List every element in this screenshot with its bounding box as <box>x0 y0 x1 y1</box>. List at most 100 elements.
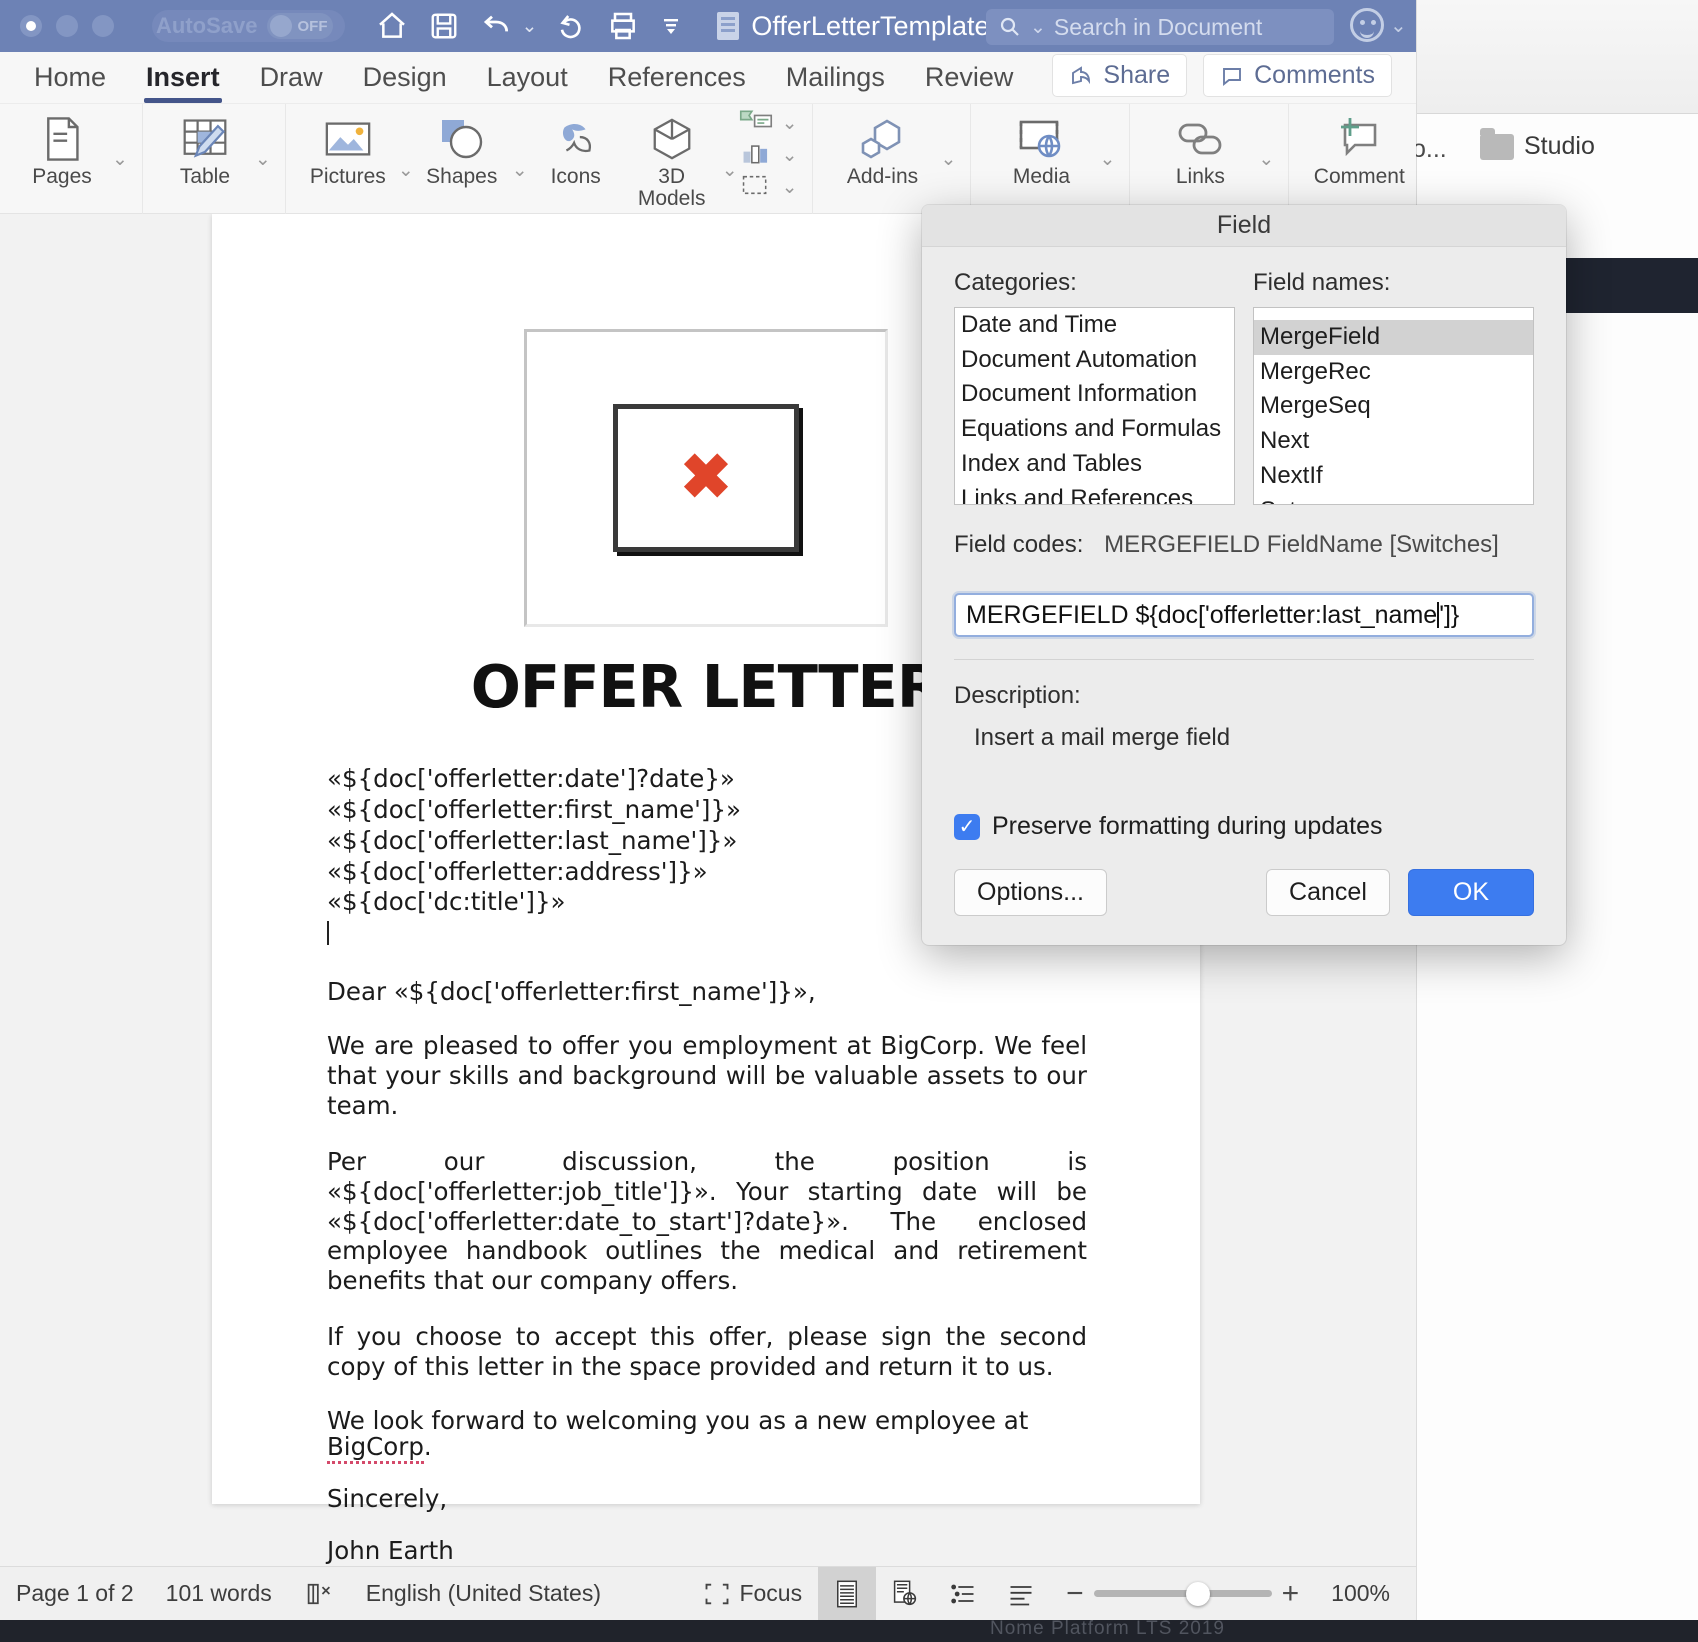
zoom-in-button[interactable]: + <box>1282 1577 1300 1611</box>
ok-button[interactable]: OK <box>1407 869 1534 916</box>
window-controls[interactable] <box>20 15 114 37</box>
quick-access-toolbar[interactable]: ⌄ <box>375 10 683 42</box>
field-names-listbox[interactable]: MergeField MergeRec MergeSeq Next NextIf… <box>1253 307 1534 505</box>
ribbon-tabs[interactable]: Home Insert Draw Design Layout Reference… <box>0 52 1416 104</box>
smartart-chevron-down-icon[interactable]: ⌄ <box>782 112 798 135</box>
category-index-and-tables[interactable]: Index and Tables <box>955 447 1234 482</box>
comments-button[interactable]: Comments <box>1203 54 1392 97</box>
broken-image-placeholder[interactable]: ✖ <box>524 329 888 627</box>
print-icon[interactable] <box>607 10 639 42</box>
category-document-information[interactable]: Document Information <box>955 377 1234 412</box>
account-emoji-button[interactable]: ⌄ <box>1350 8 1407 42</box>
spell-check-icon[interactable] <box>288 1567 350 1621</box>
ribbon-button-smartart[interactable]: ⌄ <box>738 108 798 139</box>
close-button[interactable] <box>20 15 42 37</box>
undo-chevron-down-icon[interactable]: ⌄ <box>521 15 537 38</box>
share-button[interactable]: Share <box>1052 54 1188 97</box>
status-word-count[interactable]: 101 words <box>150 1567 288 1621</box>
search-chevron-down-icon[interactable]: ⌄ <box>1030 16 1046 39</box>
view-outline[interactable] <box>934 1567 992 1621</box>
field-name-mergeseq[interactable]: MergeSeq <box>1254 389 1533 424</box>
tab-draw[interactable]: Draw <box>240 62 343 103</box>
cancel-button[interactable]: Cancel <box>1266 869 1390 916</box>
save-icon[interactable] <box>429 10 459 42</box>
pages-chevron-down-icon[interactable]: ⌄ <box>112 148 128 171</box>
ribbon-button-shapes[interactable]: Shapes <box>414 104 510 188</box>
category-date-and-time[interactable]: Date and Time <box>955 308 1234 343</box>
document-paragraph-4: We look forward to welcoming you as a ne… <box>327 1405 1087 1464</box>
tab-insert[interactable]: Insert <box>126 62 240 103</box>
search-input[interactable]: ⌄ Search in Document <box>986 9 1334 45</box>
ribbon-button-links[interactable]: Links <box>1144 104 1256 188</box>
tab-home[interactable]: Home <box>14 62 126 103</box>
media-chevron-down-icon[interactable]: ⌄ <box>1099 148 1115 171</box>
ribbon-button-screenshot[interactable]: ⌄ <box>738 172 798 203</box>
tab-layout[interactable]: Layout <box>467 62 588 103</box>
category-links-and-references[interactable]: Links and References <box>955 482 1234 504</box>
status-page-count[interactable]: Page 1 of 2 <box>0 1567 150 1621</box>
addins-chevron-down-icon[interactable]: ⌄ <box>941 148 957 171</box>
paragraph-4-pre: We look forward to welcoming you as a ne… <box>327 1405 1029 1435</box>
options-button[interactable]: Options... <box>954 869 1107 916</box>
undo-icon[interactable] <box>479 10 513 42</box>
ribbon-button-addins[interactable]: Add-ins <box>827 104 939 188</box>
field-name-mergerec[interactable]: MergeRec <box>1254 355 1533 390</box>
shapes-chevron-down-icon[interactable]: ⌄ <box>512 159 528 182</box>
view-print-layout[interactable] <box>818 1566 877 1620</box>
comment-icon <box>1333 110 1385 168</box>
customize-toolbar-icon[interactable] <box>659 11 683 41</box>
field-name-set[interactable]: Set <box>1254 494 1533 504</box>
redo-icon[interactable] <box>557 10 587 42</box>
field-names-label: Field names: <box>1253 269 1391 296</box>
home-icon[interactable] <box>375 10 409 42</box>
ribbon-button-chart[interactable]: ⌄ <box>738 140 798 171</box>
preserve-formatting-row[interactable]: ✓ Preserve formatting during updates <box>954 812 1534 841</box>
tab-references[interactable]: References <box>588 62 766 103</box>
tab-review[interactable]: Review <box>905 62 1034 103</box>
category-equations-and-formulas[interactable]: Equations and Formulas <box>955 412 1234 447</box>
field-name-next[interactable]: Next <box>1254 424 1533 459</box>
ribbon-button-icons[interactable]: Icons <box>528 104 624 188</box>
table-chevron-down-icon[interactable]: ⌄ <box>255 148 271 171</box>
minimize-button[interactable] <box>56 15 78 37</box>
field-name-mergefield[interactable]: MergeField <box>1254 320 1533 355</box>
zoom-level[interactable]: 100% <box>1315 1567 1416 1621</box>
3d-models-chevron-down-icon[interactable]: ⌄ <box>722 159 738 182</box>
ribbon-button-3d-models[interactable]: 3D Models <box>624 104 720 210</box>
view-web-layout[interactable] <box>876 1567 934 1621</box>
chart-icon <box>738 140 774 171</box>
ribbon-button-pages[interactable]: Pages <box>14 104 110 188</box>
autosave-toggle[interactable]: OFF <box>267 13 334 39</box>
ribbon-button-media[interactable]: Media <box>985 104 1097 188</box>
ribbon-button-comment[interactable]: Comment <box>1303 104 1415 188</box>
focus-button[interactable]: Focus <box>687 1567 818 1621</box>
status-language[interactable]: English (United States) <box>350 1567 617 1621</box>
zoom-slider-handle[interactable] <box>1185 1582 1210 1606</box>
autosave-control[interactable]: AutoSave OFF <box>152 10 346 42</box>
account-chevron-down-icon[interactable]: ⌄ <box>1390 13 1407 38</box>
field-code-input[interactable]: MERGEFIELD ${doc['offerletter:last_name '… <box>954 593 1534 637</box>
view-draft[interactable] <box>992 1567 1050 1621</box>
links-chevron-down-icon[interactable]: ⌄ <box>1258 148 1274 171</box>
background-folder-entry[interactable]: Studio <box>1480 127 1595 161</box>
chart-chevron-down-icon[interactable]: ⌄ <box>782 144 798 167</box>
screenshot-chevron-down-icon[interactable]: ⌄ <box>782 176 798 199</box>
zoom-out-button[interactable]: − <box>1066 1577 1084 1611</box>
preserve-formatting-checkbox[interactable]: ✓ <box>954 813 980 840</box>
pictures-chevron-down-icon[interactable]: ⌄ <box>398 159 414 182</box>
maximize-button[interactable] <box>92 15 114 37</box>
tab-design[interactable]: Design <box>343 62 467 103</box>
zoom-slider-track[interactable] <box>1093 1582 1272 1606</box>
field-name-partial-above[interactable] <box>1254 308 1533 320</box>
field-dialog[interactable]: Field Categories: Date and Time Document… <box>922 205 1566 945</box>
zoom-control[interactable]: − + <box>1050 1567 1315 1621</box>
field-name-nextif[interactable]: NextIf <box>1254 459 1533 494</box>
document-title[interactable]: OfferLetterTemplate <box>717 11 990 42</box>
tab-mailings[interactable]: Mailings <box>766 62 905 103</box>
category-document-automation[interactable]: Document Automation <box>955 343 1234 378</box>
broken-image-frame: ✖ <box>613 404 799 552</box>
categories-listbox[interactable]: Date and Time Document Automation Docume… <box>954 307 1235 505</box>
ribbon-button-table[interactable]: Table <box>157 104 253 188</box>
document-paragraph-3: If you choose to accept this offer, plea… <box>327 1322 1087 1381</box>
ribbon-button-pictures[interactable]: Pictures <box>300 104 396 188</box>
